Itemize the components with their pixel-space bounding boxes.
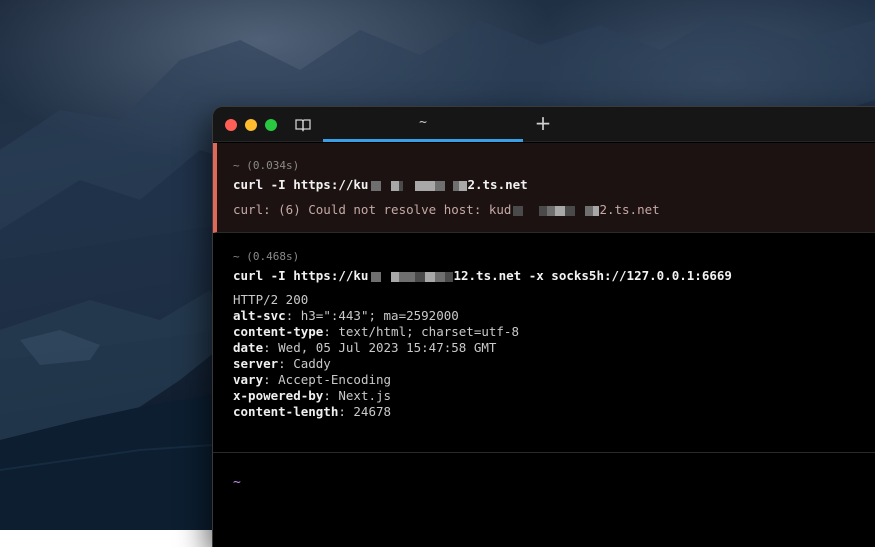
- header-line: vary: Accept-Encoding: [233, 372, 391, 387]
- header-key: date: [233, 340, 264, 355]
- new-tab-button[interactable]: +: [533, 113, 553, 133]
- header-key: content-length: [233, 404, 339, 419]
- command-prefix: curl -I https://ku: [233, 268, 369, 283]
- tab-title: ~: [419, 115, 427, 130]
- input-block[interactable]: ~: [213, 453, 875, 547]
- block-command: curl -I https://ku 2.ts.net: [233, 177, 528, 192]
- block-duration: ~ (0.034s): [233, 159, 300, 172]
- header-value: : 24678: [338, 404, 392, 419]
- header-value: : h3=":443"; ma=2592000: [285, 308, 459, 323]
- header-key: x-powered-by: [233, 388, 324, 403]
- header-line: content-length: 24678: [233, 404, 391, 419]
- command-prefix: curl -I https://ku: [233, 177, 369, 192]
- header-value: : Caddy: [278, 356, 331, 371]
- active-tab-indicator: [323, 139, 523, 142]
- command-block-error[interactable]: ~ (0.034s) curl -I https://ku 2.ts.net cu…: [213, 143, 875, 233]
- terminal-window: ~ + ~ (0.034s) curl -I https://ku 2.ts.ne…: [213, 107, 875, 547]
- close-window-button[interactable]: [225, 119, 237, 131]
- header-value: : text/html; charset=utf-8: [323, 324, 519, 339]
- error-prefix: curl: (6) Could not resolve host: kud: [233, 202, 512, 217]
- maximize-window-button[interactable]: [265, 119, 277, 131]
- header-value: : Wed, 05 Jul 2023 15:47:58 GMT: [263, 340, 497, 355]
- header-value: : Next.js: [323, 388, 392, 403]
- status-line: HTTP/2 200: [233, 292, 309, 307]
- header-line: content-type: text/html; charset=utf-8: [233, 324, 519, 339]
- prompt-symbol[interactable]: ~: [233, 475, 241, 490]
- command-suffix: 12.ts.net -x socks5h://127.0.0.1:6669: [453, 268, 732, 283]
- tab-home[interactable]: ~: [323, 107, 523, 142]
- redacted-text: [511, 202, 600, 217]
- block-command: curl -I https://ku 12.ts.net -x socks5h:/…: [233, 268, 732, 283]
- redacted-text: [368, 268, 454, 283]
- header-key: content-type: [233, 324, 324, 339]
- command-suffix: 2.ts.net: [467, 177, 528, 192]
- block-duration: ~ (0.468s): [233, 250, 300, 263]
- error-suffix: 2.ts.net: [599, 202, 660, 217]
- header-key: alt-svc: [233, 308, 286, 323]
- header-key: server: [233, 356, 279, 371]
- redacted-text: [368, 177, 468, 192]
- header-line: date: Wed, 05 Jul 2023 15:47:58 GMT: [233, 340, 496, 355]
- header-line: x-powered-by: Next.js: [233, 388, 391, 403]
- header-value: : Accept-Encoding: [263, 372, 392, 387]
- command-block-success[interactable]: ~ (0.468s) curl -I https://ku 12.ts.net -…: [213, 234, 875, 453]
- title-bar: ~ +: [213, 107, 875, 142]
- header-key: vary: [233, 372, 264, 387]
- minimize-window-button[interactable]: [245, 119, 257, 131]
- book-icon[interactable]: [295, 117, 311, 132]
- header-line: server: Caddy: [233, 356, 331, 371]
- header-line: alt-svc: h3=":443"; ma=2592000: [233, 308, 459, 323]
- error-output: curl: (6) Could not resolve host: kud 2.t…: [233, 202, 660, 217]
